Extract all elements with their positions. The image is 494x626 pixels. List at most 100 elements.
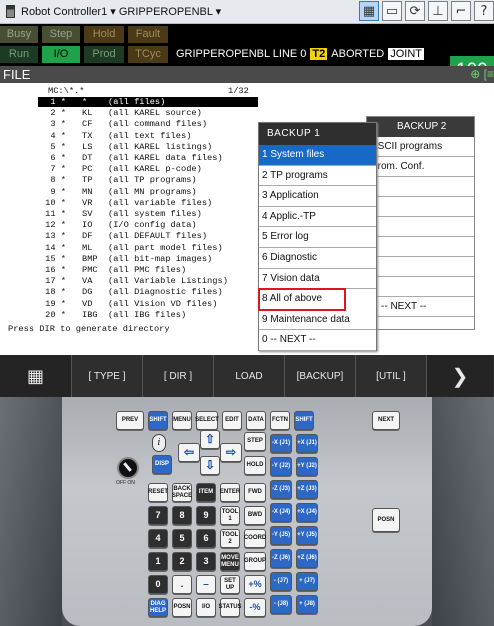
fctn-key[interactable]: FCTN xyxy=(270,411,290,430)
file-type-row[interactable]: 1 * * (all files) xyxy=(38,97,258,107)
single-display-icon[interactable]: ▦ xyxy=(359,1,379,21)
jog-key[interactable]: - (J7) xyxy=(270,572,292,591)
backup2-item[interactable] xyxy=(367,257,474,277)
jog-key[interactable]: -Z (J6) xyxy=(270,549,292,568)
group-key[interactable]: GROUP xyxy=(244,552,266,571)
status-key[interactable]: STATUS xyxy=(218,598,242,617)
zoom-icon[interactable]: ⊕ [≡ xyxy=(470,66,494,83)
backup2-item[interactable]: ASCII programs xyxy=(367,137,474,157)
speed-down-key[interactable]: -% xyxy=(244,598,266,617)
bwd-key[interactable]: BWD xyxy=(244,506,266,525)
backup2-item[interactable] xyxy=(367,237,474,257)
shift-key-right[interactable]: SHIFT xyxy=(294,411,314,430)
select-key[interactable]: SELECT xyxy=(195,411,219,430)
jog-key[interactable]: +Y (J2) xyxy=(296,457,318,476)
file-type-row[interactable]: 2 * KL (all KAREL source) xyxy=(38,108,338,118)
f5-util-button[interactable]: [UTIL ] xyxy=(356,355,427,397)
backup1-item[interactable]: 3 Application xyxy=(259,186,376,207)
digit-key[interactable]: 6 xyxy=(196,529,216,548)
backup1-item[interactable]: 2 TP programs xyxy=(259,166,376,187)
posn-side-key[interactable]: POSN xyxy=(372,508,400,532)
posn-key[interactable]: POSN xyxy=(172,598,192,617)
jog-key[interactable]: +X (J1) xyxy=(296,434,318,453)
jog-key[interactable]: -Z (J3) xyxy=(270,480,292,499)
menu-grid-button[interactable]: ▦ xyxy=(0,355,72,397)
backup2-item[interactable] xyxy=(367,217,474,237)
speed-up-key[interactable]: +% xyxy=(244,575,266,594)
decimal-point-key[interactable]: . xyxy=(172,575,192,594)
controller-program-selector[interactable]: Robot Controller1 ▾ GRIPPEROPENBL ▾ xyxy=(21,5,221,18)
jog-key[interactable]: +Z (J3) xyxy=(296,480,318,499)
digit-key[interactable]: 7 xyxy=(148,506,168,525)
hold-key[interactable]: HOLD xyxy=(244,456,266,475)
f4-backup-button[interactable]: [BACKUP] xyxy=(285,355,356,397)
enter-key[interactable]: ENTER xyxy=(220,483,240,502)
teach-enable-switch[interactable] xyxy=(117,457,139,479)
jog-key[interactable]: + (J7) xyxy=(296,572,318,591)
f1-type-button[interactable]: [ TYPE ] xyxy=(72,355,143,397)
digit-key[interactable]: 2 xyxy=(172,552,192,571)
digit-key[interactable]: 4 xyxy=(148,529,168,548)
jog-key[interactable]: + (J8) xyxy=(296,595,318,614)
backup1-item[interactable]: 9 Maintenance data xyxy=(259,310,376,331)
tool1-key[interactable]: TOOL 1 xyxy=(220,506,240,525)
cursor-right-key[interactable]: ⇨ xyxy=(220,443,242,462)
set-up-key[interactable]: SET UP xyxy=(220,575,240,594)
jog-key[interactable]: -X (J4) xyxy=(270,503,292,522)
digit-key[interactable]: 0 xyxy=(148,575,168,594)
jog-key[interactable]: -Y (J2) xyxy=(270,457,292,476)
jog-key[interactable]: -X (J1) xyxy=(270,434,292,453)
jog-key[interactable]: -Y (J5) xyxy=(270,526,292,545)
backup1-item[interactable]: 0 -- NEXT -- xyxy=(259,330,376,351)
backup2-item[interactable] xyxy=(367,277,474,297)
backup1-item[interactable]: 4 Applic.-TP xyxy=(259,207,376,228)
step-key[interactable]: STEP xyxy=(244,432,266,451)
prev-key[interactable]: PREV xyxy=(116,411,144,430)
help-icon[interactable]: ? xyxy=(474,1,494,21)
cursor-down-key[interactable]: ⇩ xyxy=(200,456,220,475)
backup2-item[interactable] xyxy=(367,197,474,217)
graph-icon[interactable]: ⌐ xyxy=(451,1,471,21)
jog-key[interactable]: - (J8) xyxy=(270,595,292,614)
backup1-item[interactable]: 6 Diagnostic xyxy=(259,248,376,269)
backup1-item[interactable]: 8 All of above xyxy=(258,288,346,311)
digit-key[interactable]: 3 xyxy=(196,552,216,571)
data-key[interactable]: DATA xyxy=(246,411,266,430)
reset-key[interactable]: RESET xyxy=(148,483,168,502)
digit-key[interactable]: 9 xyxy=(196,506,216,525)
next-key[interactable]: NEXT xyxy=(372,411,400,430)
menu-key[interactable]: MENU xyxy=(172,411,192,430)
next-page-button[interactable]: ❯ xyxy=(427,355,493,397)
digit-key[interactable]: 8 xyxy=(172,506,192,525)
backup2-item[interactable]: -- NEXT -- xyxy=(367,297,474,317)
backup2-item[interactable] xyxy=(367,177,474,197)
diag-help-key[interactable]: DIAG HELP xyxy=(148,598,168,617)
edit-key[interactable]: EDIT xyxy=(222,411,242,430)
f2-dir-button[interactable]: [ DIR ] xyxy=(143,355,214,397)
backup2-item[interactable]: Prom. Conf. xyxy=(367,157,474,177)
refresh-icon[interactable]: ⟳ xyxy=(405,1,425,21)
digit-key[interactable]: 5 xyxy=(172,529,192,548)
fwd-key[interactable]: FWD xyxy=(244,483,266,502)
jog-key[interactable]: +Z (J6) xyxy=(296,549,318,568)
f3-load-button[interactable]: LOAD xyxy=(214,355,285,397)
backspace-key[interactable]: BACK SPACE xyxy=(172,483,192,502)
minus-key[interactable]: – xyxy=(196,575,216,594)
coord-key[interactable]: COORD xyxy=(244,529,266,548)
tool-icon[interactable]: ⊥ xyxy=(428,1,448,21)
io-key[interactable]: I/O xyxy=(196,598,216,617)
jog-key[interactable]: +X (J4) xyxy=(296,503,318,522)
cursor-left-key[interactable]: ⇦ xyxy=(178,443,200,462)
tool2-key[interactable]: TOOL 2 xyxy=(220,529,240,548)
keyboard-icon[interactable]: ▭ xyxy=(382,1,402,21)
backup1-item[interactable]: 7 Vision data xyxy=(259,269,376,290)
disp-key[interactable]: DISP xyxy=(152,455,172,474)
move-menu-key[interactable]: MOVE MENU xyxy=(220,552,240,571)
backup1-item[interactable]: 5 Error log xyxy=(259,227,376,248)
cursor-up-key[interactable]: ⇧ xyxy=(200,430,220,449)
jog-key[interactable]: +Y (J5) xyxy=(296,526,318,545)
digit-key[interactable]: 1 xyxy=(148,552,168,571)
backup1-item[interactable]: 1 System files xyxy=(259,145,376,166)
info-key[interactable]: i xyxy=(152,434,166,452)
item-key[interactable]: ITEM xyxy=(196,483,216,502)
